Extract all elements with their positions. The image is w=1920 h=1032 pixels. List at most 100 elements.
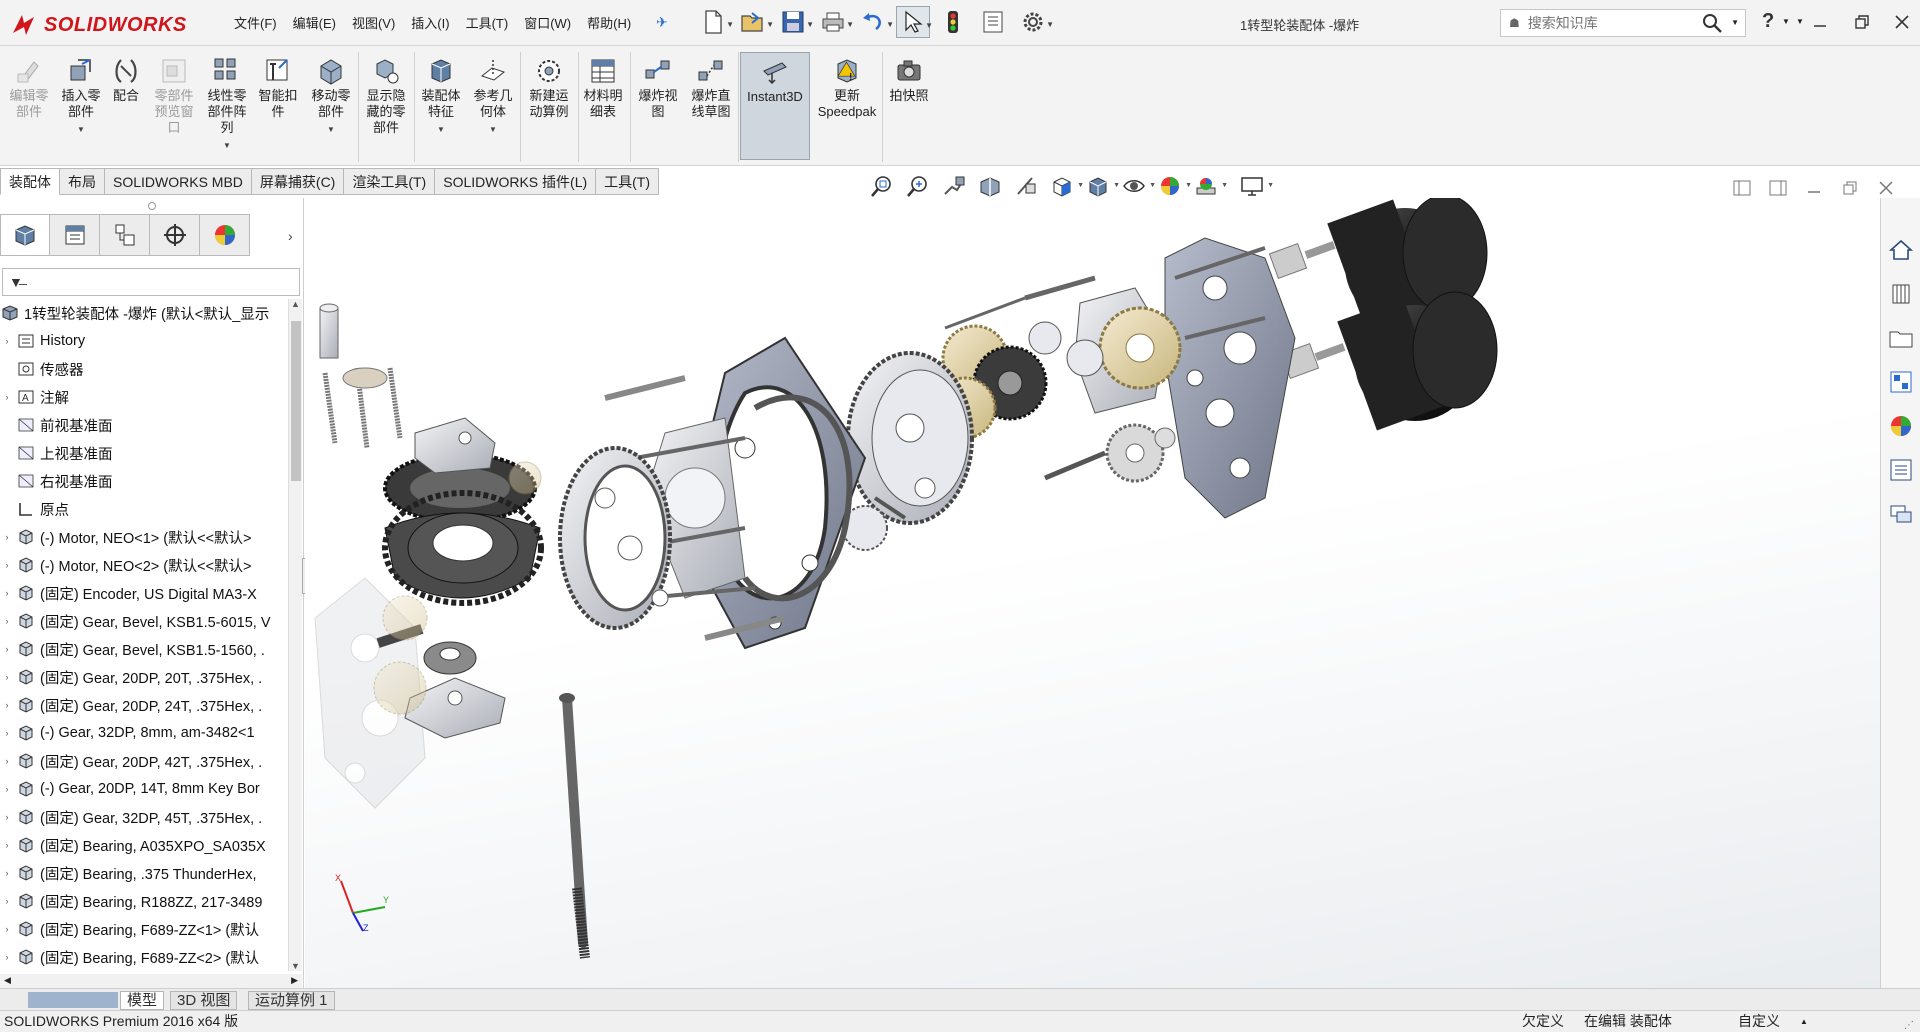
solidworks-resources-icon[interactable] [1885,234,1917,266]
menu-help[interactable]: 帮助(H) [579,14,639,34]
featuremanager-icon[interactable] [0,214,50,256]
tree-item[interactable]: › (固定) Encoder, US Digital MA3-X [0,579,288,607]
dynamic-annotation-icon[interactable] [1012,172,1040,200]
undo-icon[interactable]: ▼ [856,6,894,38]
assembly-features-dropdown-icon[interactable]: ▼ [437,122,445,138]
instant3d-button[interactable]: Instant3D [740,52,810,160]
tree-item[interactable]: 传感器 [0,355,288,383]
zoom-to-area-icon[interactable] [904,172,932,200]
scroll-down-icon[interactable]: ▼ [291,961,300,971]
rebuild-icon[interactable] [936,6,970,38]
view-settings-icon[interactable]: ▼ [1238,172,1274,200]
menu-window[interactable]: 窗口(W) [516,14,579,34]
pin-menu-icon[interactable]: ✈ [656,14,668,31]
new-icon[interactable]: ▼ [696,6,734,38]
panel-grip[interactable] [148,202,156,210]
tab-scroll-arrows[interactable] [28,992,118,1008]
tree-item[interactable]: › (固定) Bearing, F689-ZZ<2> (默认 [0,943,288,971]
options-icon[interactable]: ▼ [1016,6,1054,38]
expand-chevron-icon[interactable]: › [0,840,14,850]
tree-item[interactable]: › History [0,327,288,355]
tab-model[interactable]: 模型 [120,991,165,1010]
reference-geometry-dropdown-icon[interactable]: ▼ [489,122,497,138]
design-library-icon[interactable] [1885,278,1917,310]
file-explorer-icon[interactable] [1885,322,1917,354]
tree-item[interactable]: 原点 [0,495,288,523]
move-component-dropdown-icon[interactable]: ▼ [327,122,335,138]
search-input[interactable] [1527,15,1688,31]
expand-chevron-icon[interactable]: › [0,784,14,794]
minimize-icon[interactable] [1810,12,1830,32]
expand-chevron-icon[interactable]: › [0,672,14,682]
insert-component-dropdown-icon[interactable]: ▼ [77,122,85,138]
insert-component-button[interactable]: 插入零 部件 ▼ [56,56,106,138]
solidworks-logo[interactable]: SOLIDWORKS [10,8,192,42]
update-speedpak-button[interactable]: ! 更新 Speedpak [814,56,880,120]
new-motion-study-button[interactable]: 新建运 动算例 [524,56,574,120]
assembly-features-button[interactable]: 装配体 特征 ▼ [418,56,464,138]
tab-addins[interactable]: SOLIDWORKS 插件(L) [435,168,597,195]
graphics-area[interactable]: X Y Z [305,198,1880,988]
expand-chevron-icon[interactable]: › [0,392,14,402]
tree-item[interactable]: › (固定) Gear, 20DP, 24T, .375Hex, . [0,691,288,719]
configurationmanager-icon[interactable] [100,214,150,256]
explode-line-sketch-button[interactable]: 爆炸直 线草图 [686,56,736,120]
expand-chevron-icon[interactable]: › [0,532,14,542]
tree-item[interactable]: 前视基准面 [0,411,288,439]
view-orientation-icon[interactable]: ▼ [1048,172,1084,200]
expand-chevron-icon[interactable]: › [0,756,14,766]
forum-icon[interactable] [1885,498,1917,530]
smart-fasteners-button[interactable]: 智能扣 件 [256,56,300,120]
tab-assembly[interactable]: 装配体 [0,168,60,195]
scroll-left-icon[interactable]: ◀ [4,975,11,986]
tree-item[interactable]: › A 注解 [0,383,288,411]
edit-component-button[interactable]: 编辑零 部件 [6,56,52,120]
snapshot-button[interactable]: 拍快照 [886,56,932,104]
expand-chevron-icon[interactable]: › [0,700,14,710]
expand-chevron-icon[interactable]: › [0,924,14,934]
zoom-to-fit-icon[interactable] [868,172,896,200]
open-icon[interactable]: ▼ [736,6,774,38]
restore-icon[interactable] [1852,12,1872,32]
unit-system-caret-icon[interactable]: ▲ [1800,1011,1808,1032]
viewport-minimize-icon[interactable] [1804,178,1824,198]
menu-file[interactable]: 文件(F) [226,14,285,34]
tree-root-assembly[interactable]: 1转型轮装配体 -爆炸 (默认<默认_显示 [0,299,288,327]
window-caret-icon[interactable]: ▼ [1796,17,1804,26]
tab-layout[interactable]: 布局 [60,168,105,195]
menu-edit[interactable]: 编辑(E) [285,14,344,34]
search-options-caret[interactable]: ▼ [1731,18,1739,27]
dimxpert-icon[interactable] [150,214,200,256]
tree-horizontal-scrollbar[interactable]: ◀ ▶ [0,974,302,988]
move-component-button[interactable]: 移动零 部件 ▼ [306,56,356,138]
close-icon[interactable] [1892,12,1912,32]
tree-item[interactable]: › (固定) Gear, 32DP, 45T, .375Hex, . [0,803,288,831]
scroll-up-icon[interactable]: ▲ [291,299,300,309]
tab-3d-views[interactable]: 3D 视图 [170,991,238,1010]
save-icon[interactable]: ▼ [776,6,814,38]
tree-item[interactable]: › (-) Gear, 20DP, 14T, 8mm Key Bor [0,775,288,803]
tree-filter[interactable]: ▼̶ [2,268,300,296]
expand-chevron-icon[interactable]: › [0,336,14,346]
more-tabs-chevron-icon[interactable]: › [288,228,293,244]
help-caret-icon[interactable]: ▼ [1782,17,1790,26]
tree-item[interactable]: › (固定) Gear, 20DP, 20T, .375Hex, . [0,663,288,691]
expand-chevron-icon[interactable]: › [0,812,14,822]
show-hidden-components-button[interactable]: 显示隐 藏的零 部件 [362,56,410,136]
tree-item[interactable]: › (固定) Bearing, F689-ZZ<1> (默认 [0,915,288,943]
scroll-thumb[interactable] [291,321,301,481]
expand-chevron-icon[interactable]: › [0,728,14,738]
expand-chevron-icon[interactable]: › [0,616,14,626]
exploded-view-button[interactable]: 爆炸视 图 [634,56,682,120]
tree-item[interactable]: › (固定) Bearing, .375 ThunderHex, [0,859,288,887]
tree-item[interactable]: 上视基准面 [0,439,288,467]
scroll-right-icon[interactable]: ▶ [291,975,298,986]
section-view-icon[interactable] [976,172,1004,200]
reference-geometry-button[interactable]: 参考几 何体 ▼ [470,56,516,138]
custom-properties-icon[interactable] [1885,454,1917,486]
viewport-close-icon[interactable] [1876,178,1896,198]
split-left-icon[interactable] [1732,178,1752,198]
print-icon[interactable]: ▼ [816,6,854,38]
hide-show-icon[interactable]: ▼ [1120,172,1156,200]
tab-render-tools[interactable]: 渲染工具(T) [344,168,436,195]
